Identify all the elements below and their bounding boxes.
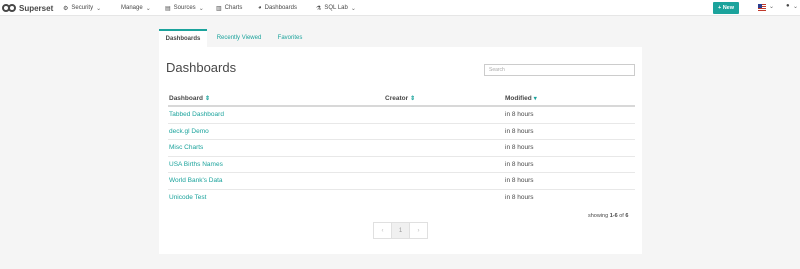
table-row: World Bank's Data in 8 hours bbox=[168, 173, 635, 190]
brand-name: Superset bbox=[19, 3, 54, 13]
brand-link[interactable]: Superset bbox=[2, 2, 53, 14]
bar-chart-icon: ▥ bbox=[216, 5, 222, 12]
nav-dashboards-link[interactable]: ◕ Dashboards bbox=[258, 2, 297, 14]
dashboard-gauge-icon: ◕ bbox=[258, 5, 262, 11]
table-row: deck.gl Demo in 8 hours bbox=[168, 124, 635, 141]
nav-manage-menu[interactable]: Manage ⌄ bbox=[121, 2, 151, 14]
chevron-down-icon: ⌄ bbox=[145, 5, 151, 12]
new-button[interactable]: + New bbox=[713, 2, 739, 14]
top-navbar: Superset ⚙ Security ⌄ Manage ⌄ ▤ Sources… bbox=[0, 0, 800, 16]
nav-security-menu[interactable]: ⚙ Security ⌄ bbox=[63, 2, 101, 14]
modified-cell: in 8 hours bbox=[505, 194, 534, 201]
flask-icon: ⚗ bbox=[316, 5, 322, 12]
chevron-down-icon: ⌄ bbox=[198, 5, 204, 12]
showing-prefix: showing bbox=[588, 213, 609, 219]
modified-cell: in 8 hours bbox=[505, 127, 534, 135]
nav-sqllab-label: SQL Lab bbox=[324, 5, 348, 11]
us-flag-icon[interactable] bbox=[758, 4, 766, 11]
dashboard-title-link[interactable]: deck.gl Demo bbox=[169, 128, 209, 135]
row-count-summary: showing 1-6 of 6 bbox=[588, 213, 628, 219]
modified-cell: in 8 hours bbox=[505, 144, 534, 152]
dashboard-title-link[interactable]: Misc Charts bbox=[169, 144, 203, 151]
sort-icon: ⇕ bbox=[410, 96, 416, 102]
modified-cell: in 8 hours bbox=[505, 160, 534, 168]
superset-logo-icon bbox=[2, 3, 16, 13]
showing-total: 6 bbox=[625, 213, 629, 219]
table-row: Misc Charts in 8 hours bbox=[168, 140, 635, 157]
column-header-dashboard-label: Dashboard bbox=[169, 95, 203, 102]
database-icon: ▤ bbox=[165, 5, 171, 12]
pagination-next-button[interactable]: › bbox=[410, 223, 427, 238]
sort-icon: ⇕ bbox=[204, 96, 210, 102]
dashboard-title-link[interactable]: Unicode Test bbox=[169, 194, 206, 201]
column-header-creator-label: Creator bbox=[385, 95, 409, 102]
page-title: Dashboards bbox=[166, 60, 237, 75]
dashboard-title-link[interactable]: World Bank's Data bbox=[169, 177, 223, 184]
table-row: USA Births Names in 8 hours bbox=[168, 157, 635, 174]
pagination-prev-button[interactable]: ‹ bbox=[374, 223, 392, 238]
dashboard-title-link[interactable]: USA Births Names bbox=[169, 161, 223, 168]
dashboard-title-link[interactable]: Tabbed Dashboard bbox=[169, 111, 224, 118]
user-chevron-down-icon[interactable]: ⌄ bbox=[793, 3, 798, 10]
tab-dashboards[interactable]: Dashboards bbox=[159, 29, 207, 47]
table-row: Unicode Test in 8 hours bbox=[168, 190, 635, 207]
modified-cell: in 8 hours bbox=[505, 111, 534, 118]
nav-sources-menu[interactable]: ▤ Sources ⌄ bbox=[165, 2, 204, 14]
cogs-icon: ⚙ bbox=[63, 5, 69, 12]
nav-sqllab-menu[interactable]: ⚗ SQL Lab ⌄ bbox=[316, 2, 356, 14]
showing-of: of bbox=[619, 213, 624, 219]
nav-manage-label: Manage bbox=[121, 5, 143, 11]
nav-sources-label: Sources bbox=[173, 5, 196, 11]
column-header-modified[interactable]: Modified ▾ bbox=[505, 95, 537, 102]
table-row: Tabbed Dashboard in 8 hours bbox=[168, 107, 635, 124]
dashboards-panel: Dashboards Dashboard ⇕ Creator ⇕ Modifie… bbox=[159, 47, 642, 254]
chevron-down-icon: ⌄ bbox=[350, 5, 356, 12]
showing-range: 1-6 bbox=[609, 213, 618, 219]
search-input[interactable] bbox=[484, 64, 635, 76]
nav-security-label: Security bbox=[71, 5, 94, 11]
pagination-page-button[interactable]: 1 bbox=[392, 223, 410, 238]
user-icon[interactable]: ● bbox=[786, 3, 790, 9]
column-header-dashboard[interactable]: Dashboard ⇕ bbox=[169, 95, 210, 102]
column-header-creator[interactable]: Creator ⇕ bbox=[385, 95, 415, 102]
tab-recently-viewed[interactable]: Recently Viewed bbox=[209, 29, 269, 47]
nav-charts-link[interactable]: ▥ Charts bbox=[216, 2, 242, 14]
nav-charts-label: Charts bbox=[224, 5, 243, 11]
pagination: ‹ 1 › bbox=[373, 222, 428, 239]
table-header: Dashboard ⇕ Creator ⇕ Modified ▾ bbox=[168, 92, 635, 107]
column-header-modified-label: Modified bbox=[505, 95, 532, 102]
language-chevron-down-icon[interactable]: ⌄ bbox=[769, 3, 774, 10]
sort-desc-icon: ▾ bbox=[533, 96, 537, 102]
nav-dashboards-label: Dashboards bbox=[264, 5, 297, 11]
chevron-down-icon: ⌄ bbox=[96, 5, 102, 12]
dashboard-tabs: Dashboards Recently Viewed Favorites bbox=[159, 29, 642, 47]
modified-cell: in 8 hours bbox=[505, 177, 534, 185]
tab-favorites[interactable]: Favorites bbox=[271, 29, 309, 47]
